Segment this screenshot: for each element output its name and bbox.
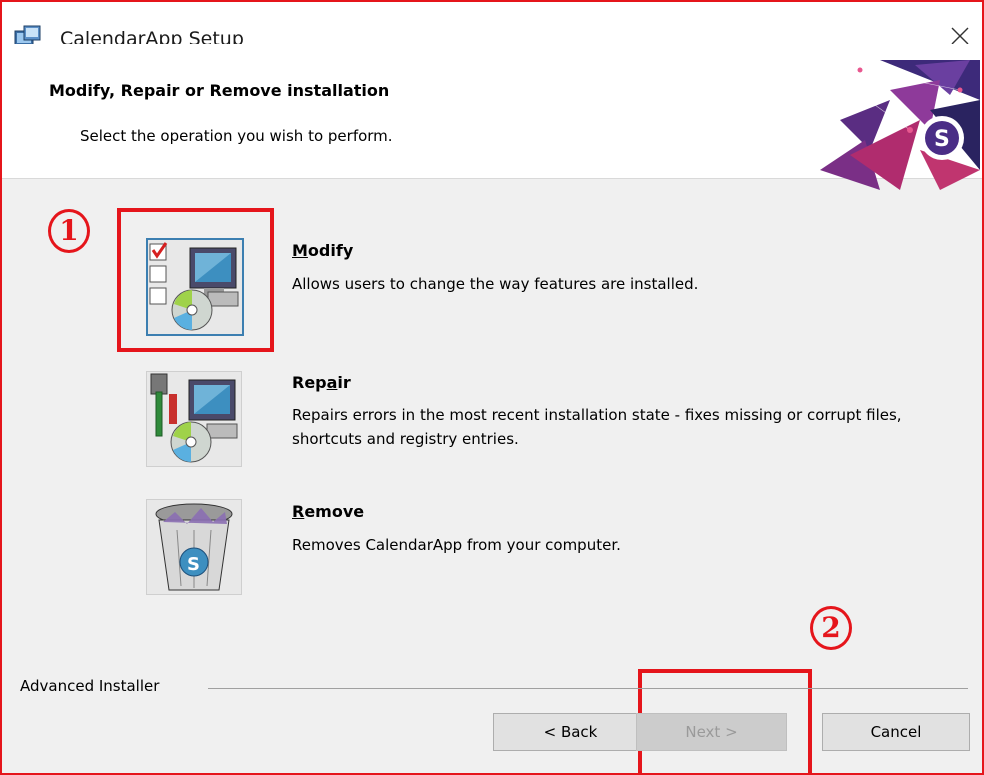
next-button[interactable]: Next >: [636, 713, 787, 751]
annotation-step-2: 2: [810, 606, 852, 650]
svg-text:S: S: [187, 554, 200, 575]
svg-text:S: S: [934, 127, 950, 152]
repair-option-button[interactable]: [146, 371, 242, 467]
header-banner: Modify, Repair or Remove installation Se…: [2, 44, 982, 190]
back-button[interactable]: < Back: [493, 713, 648, 751]
annotation-step-1: 1: [48, 209, 90, 253]
remove-description: Removes CalendarApp from your computer.: [292, 536, 621, 554]
title-bar: CalendarApp Setup: [2, 2, 982, 50]
recycle-bin-icon: S: [155, 503, 233, 591]
remove-option-button[interactable]: S: [146, 499, 242, 595]
repair-title: Repair: [292, 373, 351, 392]
cancel-button[interactable]: Cancel: [822, 713, 970, 751]
repair-icon: [150, 373, 238, 463]
banner-graphic: S: [820, 60, 980, 190]
remove-title: Remove: [292, 502, 365, 521]
modify-title: Modify: [292, 241, 354, 260]
repair-description: Repairs errors in the most recent instal…: [292, 406, 902, 448]
modify-description: Allows users to change the way features …: [292, 275, 699, 293]
brand-label: Advanced Installer: [20, 677, 160, 695]
footer-divider: [208, 688, 968, 689]
header-subtitle: Select the operation you wish to perform…: [80, 127, 393, 145]
setup-window: CalendarApp Setup Modify, Repair or Remo…: [0, 0, 984, 775]
modify-option-button[interactable]: [146, 238, 244, 336]
modify-icon: [149, 242, 239, 331]
header-title: Modify, Repair or Remove installation: [49, 81, 390, 100]
close-icon: [951, 27, 969, 45]
